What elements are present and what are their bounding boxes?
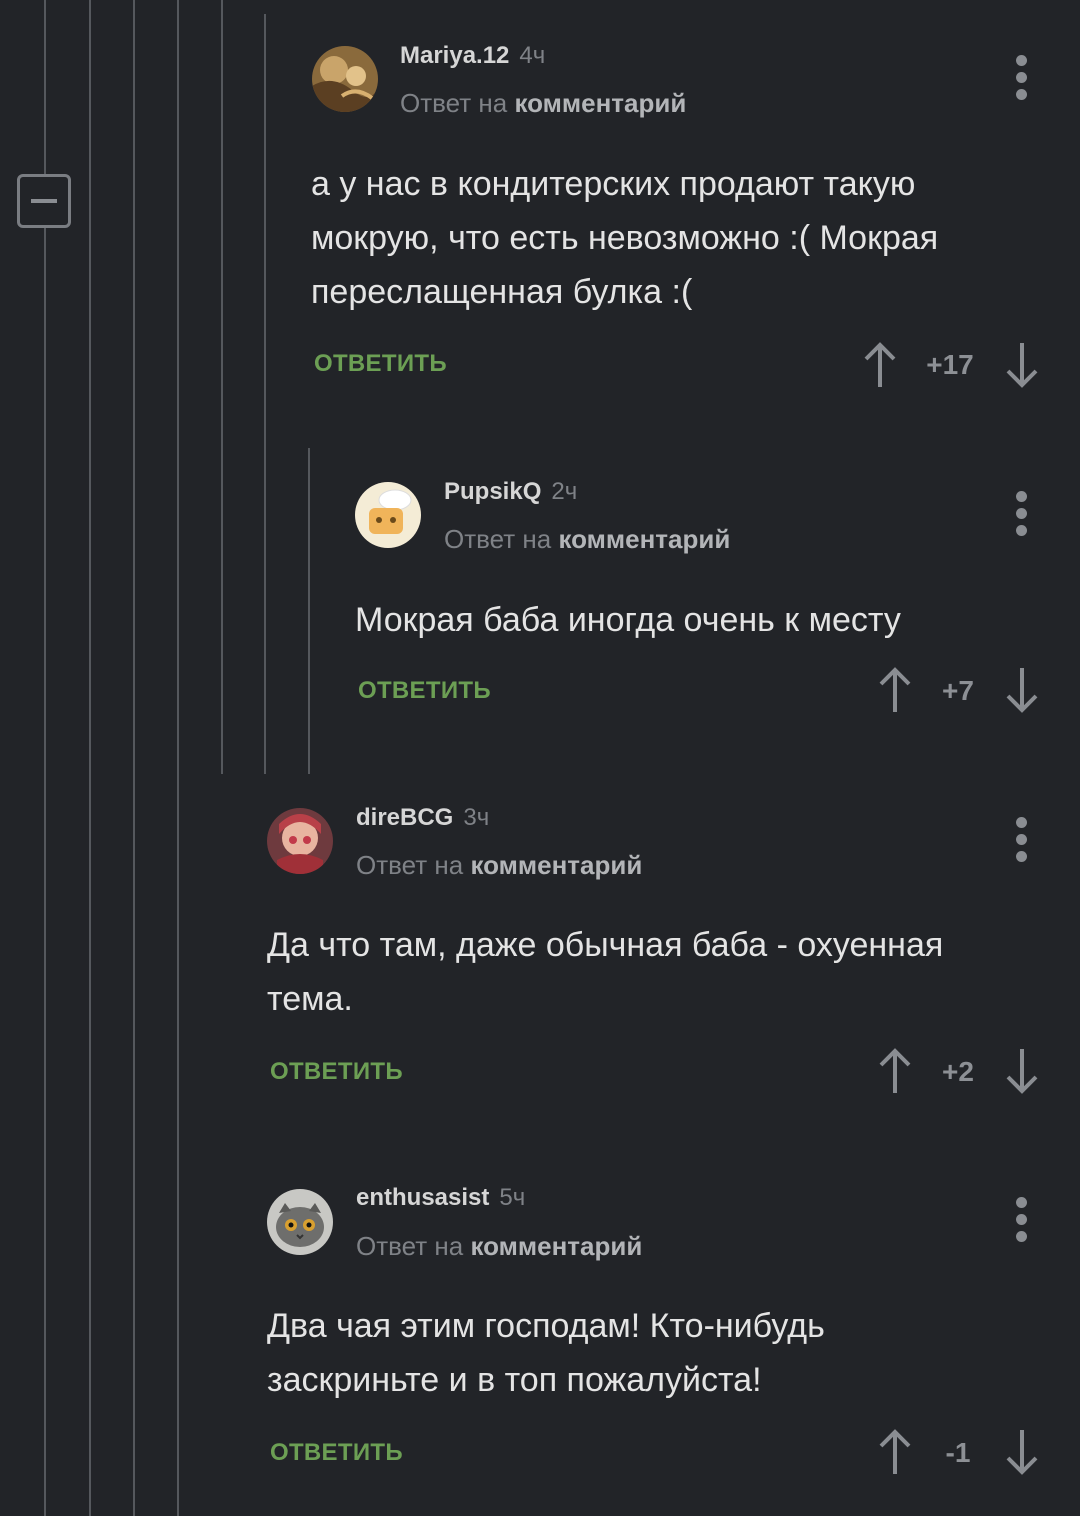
- avatar[interactable]: [312, 46, 378, 112]
- downvote-arrow-icon[interactable]: [1004, 1047, 1040, 1095]
- comment-text: Два чая этим господам! Кто-нибудь заскри…: [267, 1307, 825, 1399]
- reply-to-link[interactable]: комментарий: [470, 1231, 642, 1261]
- upvote-arrow-icon[interactable]: [862, 341, 898, 389]
- downvote-arrow-icon[interactable]: [1004, 666, 1040, 714]
- comments-thread: Mariya.12 4ч Ответ на комментарий а у нас…: [0, 0, 1080, 1516]
- comment-rating: +2: [942, 1056, 974, 1087]
- upvote-arrow-icon[interactable]: [877, 1047, 913, 1095]
- upvote-arrow-icon[interactable]: [877, 1428, 913, 1476]
- comment: PupsikQ 2ч Ответ на комментарий Мокрая ба…: [0, 440, 1080, 770]
- reply-button[interactable]: ОТВЕТИТЬ: [270, 1058, 403, 1086]
- comment-menu-button[interactable]: [1007, 55, 1037, 101]
- avatar[interactable]: [267, 808, 333, 874]
- avatar[interactable]: [355, 482, 421, 548]
- reply-to-text: Ответ на комментарий: [356, 1231, 643, 1261]
- comment: Mariya.12 4ч Ответ на комментарий а у нас…: [0, 0, 1080, 440]
- comment-rating: +17: [926, 349, 974, 380]
- comment-rating: -1: [945, 1437, 971, 1468]
- comment-author[interactable]: PupsikQ 2ч: [444, 478, 577, 506]
- comment-time: 3ч: [463, 804, 490, 831]
- comment-menu-button[interactable]: [1007, 817, 1037, 863]
- reply-to-link[interactable]: комментарий: [558, 524, 730, 554]
- comment-text: Мокрая баба иногда очень к месту: [355, 601, 901, 639]
- comment-time: 5ч: [499, 1184, 526, 1211]
- comment-menu-button[interactable]: [1007, 1197, 1037, 1243]
- comment-text: Да что там, даже обычная баба - охуенная…: [267, 926, 944, 1018]
- comment-author[interactable]: Mariya.12 4ч: [400, 42, 545, 70]
- reply-to-link[interactable]: комментарий: [514, 88, 686, 118]
- comment-time: 4ч: [519, 42, 546, 69]
- downvote-arrow-icon[interactable]: [1004, 341, 1040, 389]
- reply-to-text: Ответ на комментарий: [400, 88, 687, 118]
- comment-rating: +7: [942, 675, 974, 706]
- reply-button[interactable]: ОТВЕТИТЬ: [358, 677, 491, 705]
- reply-to-text: Ответ на комментарий: [356, 850, 643, 880]
- downvote-arrow-icon[interactable]: [1004, 1428, 1040, 1476]
- comment-author[interactable]: direBCG 3ч: [356, 804, 489, 832]
- reply-button[interactable]: ОТВЕТИТЬ: [270, 1439, 403, 1467]
- comment: direBCG 3ч Ответ на комментарий Да что та…: [0, 770, 1080, 1150]
- comment-author[interactable]: enthusasist 5ч: [356, 1184, 525, 1212]
- avatar[interactable]: [267, 1189, 333, 1255]
- upvote-arrow-icon[interactable]: [877, 666, 913, 714]
- comment: enthusasist 5ч Ответ на комментарий Два ч…: [0, 1150, 1080, 1516]
- reply-button[interactable]: ОТВЕТИТЬ: [314, 350, 447, 378]
- reply-to-link[interactable]: комментарий: [470, 850, 642, 880]
- comment-text: а у нас в кондитерских продают такую мок…: [311, 165, 939, 311]
- comment-menu-button[interactable]: [1007, 491, 1037, 537]
- reply-to-text: Ответ на комментарий: [444, 524, 731, 554]
- comment-time: 2ч: [551, 478, 578, 505]
